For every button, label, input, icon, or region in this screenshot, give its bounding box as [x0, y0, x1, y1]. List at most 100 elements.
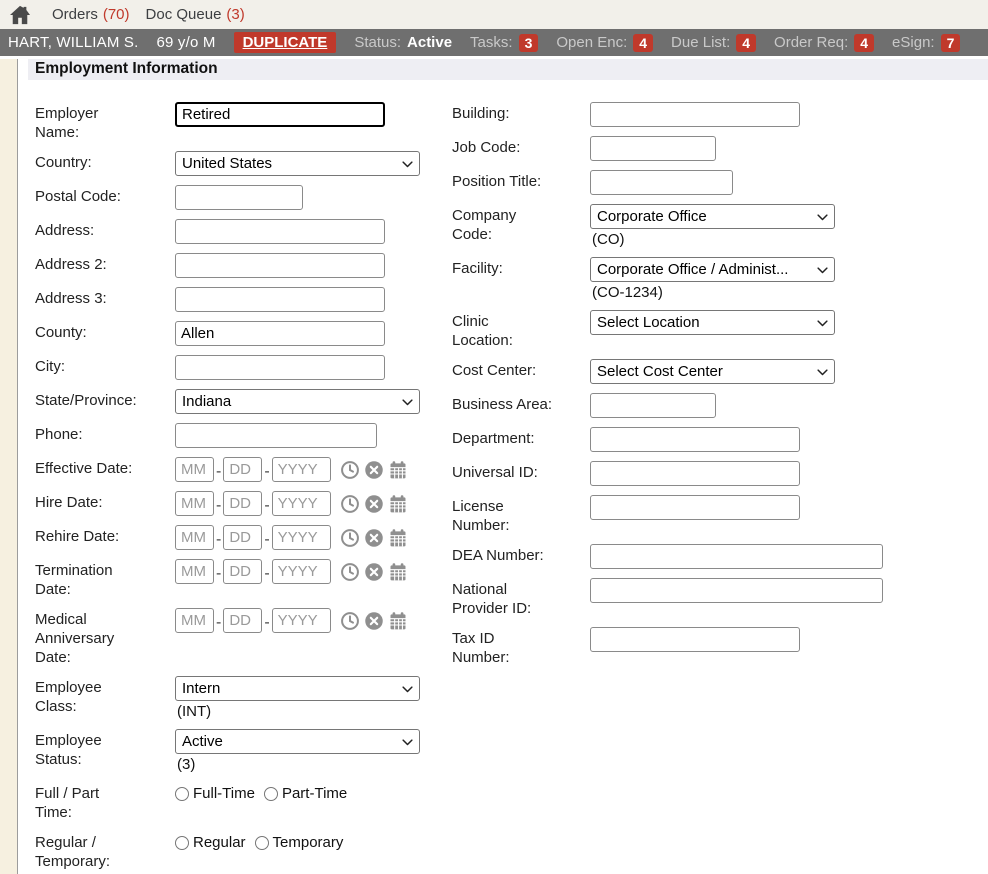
- facility-select[interactable]: Corporate Office / Administ...: [590, 257, 835, 282]
- hire-date-label: Hire Date:: [35, 491, 175, 512]
- medical-anniversary-date-mm-input[interactable]: [175, 608, 214, 633]
- effective-date-dd-input[interactable]: [223, 457, 262, 482]
- medical-anniversary-date-dd-input[interactable]: [223, 608, 262, 633]
- effective-date-calendar-icon[interactable]: [388, 460, 408, 480]
- regular-radio[interactable]: [175, 836, 189, 850]
- home-button[interactable]: [8, 4, 32, 26]
- hire-date-yyyy-input[interactable]: [272, 491, 331, 516]
- termination-date-clock-icon[interactable]: [340, 562, 360, 582]
- termination-date-mm-input[interactable]: [175, 559, 214, 584]
- position-title-input[interactable]: [590, 170, 733, 195]
- part-time-radio[interactable]: [264, 787, 278, 801]
- form-row: Postal Code:: [35, 185, 452, 210]
- dea-number-input[interactable]: [590, 544, 883, 569]
- address2-input[interactable]: [175, 253, 385, 278]
- state-province-select[interactable]: Indiana: [175, 389, 420, 414]
- employee-class-code: (INT): [175, 703, 420, 720]
- rehire-date-clear-icon[interactable]: [364, 528, 384, 548]
- regular-radio-option[interactable]: Regular: [175, 834, 246, 851]
- doc-queue-link-label: Doc Queue: [146, 6, 222, 23]
- termination-date-dd-input[interactable]: [223, 559, 262, 584]
- effective-date-yyyy-input[interactable]: [272, 457, 331, 482]
- form-row: Address 3:: [35, 287, 452, 312]
- rehire-date-mm-input[interactable]: [175, 525, 214, 550]
- county-input[interactable]: [175, 321, 385, 346]
- nav-link-orders[interactable]: Orders (70): [52, 6, 130, 23]
- effective-date-mm-input[interactable]: [175, 457, 214, 482]
- termination-date-yyyy-input[interactable]: [272, 559, 331, 584]
- temporary-radio-option[interactable]: Temporary: [255, 834, 344, 851]
- hire-date-mm-input[interactable]: [175, 491, 214, 516]
- tasks-count-badge[interactable]: 3: [519, 34, 539, 52]
- due-list-count-badge[interactable]: 4: [736, 34, 756, 52]
- employee-class-select[interactable]: Intern: [175, 676, 420, 701]
- job-code-input[interactable]: [590, 136, 716, 161]
- form-row: Country: United States: [35, 151, 452, 176]
- clinic-location-label: Clinic Location:: [452, 310, 590, 350]
- address-input[interactable]: [175, 219, 385, 244]
- rehire-date-calendar-icon[interactable]: [388, 528, 408, 548]
- duplicate-badge[interactable]: DUPLICATE: [234, 32, 337, 53]
- hire-date-clear-icon[interactable]: [364, 494, 384, 514]
- date-separator: -: [216, 527, 221, 549]
- company-code-select[interactable]: Corporate Office: [590, 204, 835, 229]
- tasks-label: Tasks:: [470, 34, 513, 51]
- full-time-radio[interactable]: [175, 787, 189, 801]
- order-req-count-badge[interactable]: 4: [854, 34, 874, 52]
- employee-status-select[interactable]: Active: [175, 729, 420, 754]
- universal-id-input[interactable]: [590, 461, 800, 486]
- hire-date-dd-input[interactable]: [223, 491, 262, 516]
- employee-status-code: (3): [175, 756, 420, 773]
- city-label: City:: [35, 355, 175, 376]
- cost-center-select[interactable]: Select Cost Center: [590, 359, 835, 384]
- effective-date-clear-icon[interactable]: [364, 460, 384, 480]
- license-number-input[interactable]: [590, 495, 800, 520]
- termination-date-clear-icon[interactable]: [364, 562, 384, 582]
- clinic-location-select[interactable]: Select Location: [590, 310, 835, 335]
- nav-link-doc-queue[interactable]: Doc Queue (3): [146, 6, 245, 23]
- full-time-radio-option[interactable]: Full-Time: [175, 785, 255, 802]
- address3-input[interactable]: [175, 287, 385, 312]
- rehire-date-dd-input[interactable]: [223, 525, 262, 550]
- employer-name-input[interactable]: [175, 102, 385, 127]
- cost-center-label: Cost Center:: [452, 359, 590, 380]
- postal-code-input[interactable]: [175, 185, 303, 210]
- temporary-radio[interactable]: [255, 836, 269, 850]
- medical-anniversary-date-calendar-icon[interactable]: [388, 611, 408, 631]
- medical-anniversary-date-group: - -: [175, 608, 408, 633]
- rehire-date-yyyy-input[interactable]: [272, 525, 331, 550]
- left-edge-panel: [0, 59, 18, 874]
- country-select[interactable]: United States: [175, 151, 420, 176]
- hire-date-clock-icon[interactable]: [340, 494, 360, 514]
- phone-input[interactable]: [175, 423, 377, 448]
- part-time-radio-option[interactable]: Part-Time: [264, 785, 347, 802]
- tax-id-number-label: Tax ID Number:: [452, 627, 590, 667]
- department-input[interactable]: [590, 427, 800, 452]
- rehire-date-label: Rehire Date:: [35, 525, 175, 546]
- open-enc-count-badge[interactable]: 4: [633, 34, 653, 52]
- business-area-input[interactable]: [590, 393, 716, 418]
- national-provider-id-input[interactable]: [590, 578, 883, 603]
- date-separator: -: [264, 459, 269, 481]
- open-enc-label: Open Enc:: [556, 34, 627, 51]
- medical-anniversary-date-clock-icon[interactable]: [340, 611, 360, 631]
- rehire-date-clock-icon[interactable]: [340, 528, 360, 548]
- content-panel: Employment Information Employer Name: Co…: [19, 59, 988, 874]
- job-code-label: Job Code:: [452, 136, 590, 157]
- medical-anniversary-date-yyyy-input[interactable]: [272, 608, 331, 633]
- building-input[interactable]: [590, 102, 800, 127]
- patient-header-bar: HART, WILLIAM S. 69 y/o M DUPLICATE Stat…: [0, 29, 988, 56]
- country-label: Country:: [35, 151, 175, 172]
- medical-anniversary-date-label: Medical Anniversary Date:: [35, 608, 175, 667]
- termination-date-calendar-icon[interactable]: [388, 562, 408, 582]
- hire-date-calendar-icon[interactable]: [388, 494, 408, 514]
- form-row: Job Code:: [452, 136, 988, 161]
- tax-id-number-input[interactable]: [590, 627, 800, 652]
- universal-id-label: Universal ID:: [452, 461, 590, 482]
- medical-anniversary-date-clear-icon[interactable]: [364, 611, 384, 631]
- city-input[interactable]: [175, 355, 385, 380]
- home-icon: [9, 5, 31, 25]
- effective-date-group: - -: [175, 457, 408, 482]
- esign-count-badge[interactable]: 7: [941, 34, 961, 52]
- effective-date-clock-icon[interactable]: [340, 460, 360, 480]
